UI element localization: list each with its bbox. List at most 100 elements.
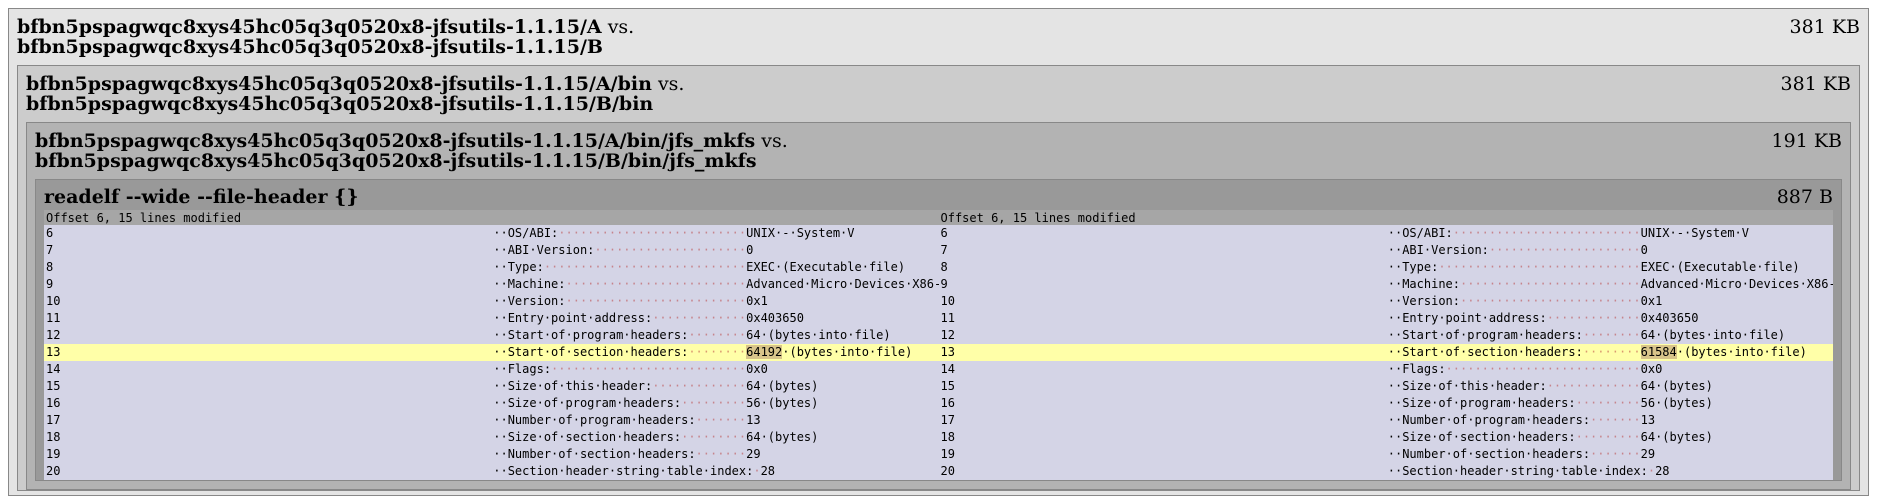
changed-value: 61584 (1640, 345, 1677, 359)
diff-row: 9 ··Machine:·························Adva… (44, 276, 1833, 293)
field-key: ··Start·of·program·headers: (493, 328, 689, 342)
field-key: ··Machine: (1387, 277, 1460, 291)
line-number: 12 (938, 327, 1386, 344)
leader-dots: ········· (1575, 430, 1641, 444)
diff-root: bfbn5pspagwqc8xys45hc05q3q0520x8-jfsutil… (8, 8, 1869, 496)
field-value: 0x1 (746, 294, 768, 308)
leader-dots: ············· (652, 311, 747, 325)
field-value: 0x403650 (1640, 311, 1699, 325)
line-number: 20 (938, 463, 1386, 480)
field-key: ··Type: (1387, 260, 1439, 274)
field-value: EXEC·(Executable·file) (746, 260, 906, 274)
line-text: ··Machine:·························Advan… (491, 276, 939, 293)
field-key: ··Number·of·section·headers: (1387, 447, 1591, 461)
diff-file: bfbn5pspagwqc8xys45hc05q3q0520x8-jfsutil… (26, 122, 1851, 490)
diff-command: readelf --wide --file-header {} 887 B Of… (35, 179, 1842, 481)
field-value: 64·(bytes·into·file) (1640, 328, 1786, 342)
field-key: ··ABI·Version: (1387, 243, 1489, 257)
field-key: ··Size·of·this·header: (493, 379, 653, 393)
file-left-path: bfbn5pspagwqc8xys45hc05q3q0520x8-jfsutil… (35, 130, 756, 152)
diff-row: 6 ··OS/ABI: ··························UNIX… (44, 225, 1833, 242)
field-value: 64·(bytes·into·file) (746, 328, 891, 342)
leader-dots: ·························· (1452, 226, 1641, 240)
vs-label: vs. (601, 16, 635, 38)
diff-row: 14 ··Flags:···························0x0… (44, 361, 1833, 378)
field-key: ··Size·of·section·headers: (493, 430, 682, 444)
field-key: ··Start·of·section·headers: (1387, 345, 1583, 359)
line-number: 9 (938, 276, 1386, 293)
line-number: 7 (938, 242, 1386, 259)
line-text: ··Flags:···························0x0 (1385, 361, 1833, 378)
line-text: ··Start·of·section·headers:········61584… (1385, 344, 1833, 361)
field-value: UNIX·-·System·V (1640, 226, 1749, 240)
leader-dots: ············· (652, 379, 747, 393)
leader-dots: ························· (565, 277, 747, 291)
line-text: ··Size·of·this·header:·············64·(b… (491, 378, 939, 395)
root-header: bfbn5pspagwqc8xys45hc05q3q0520x8-jfsutil… (17, 17, 1860, 57)
field-value: 64·(bytes) (1640, 379, 1713, 393)
leader-dots: ······· (1590, 413, 1641, 427)
leader-dots: ············· (1546, 311, 1641, 325)
changed-value: 64192 (746, 345, 783, 359)
leader-dots: ······· (695, 447, 747, 461)
line-text: ··Number·of·section·headers:·······29 (491, 446, 939, 463)
line-number: 14 (938, 361, 1386, 378)
leader-dots: ········ (688, 328, 747, 342)
field-value: 56·(bytes) (746, 396, 819, 410)
field-key: ··Version: (493, 294, 566, 308)
line-number: 17 (44, 412, 492, 429)
field-key: ··Number·of·program·headers: (1387, 413, 1591, 427)
diff-row: 18 ··Size·of·section·headers: ········· 64·… (44, 429, 1833, 446)
line-text: ··Section·header·string·table·index:·28 (1385, 463, 1833, 480)
field-key: ··Section·header·string·table·index: (493, 464, 754, 478)
leader-dots: ····················· (1488, 243, 1641, 257)
leader-dots: ········· (1575, 396, 1641, 410)
line-text: ··Version:·························0x1 (1385, 293, 1833, 310)
field-value: 64·(bytes) (746, 430, 819, 444)
line-text: ··Entry·point·address:·············0x403… (491, 310, 939, 327)
field-value: 13 (746, 413, 761, 427)
line-text: ··Section·header·string·table·index:·28 (491, 463, 939, 480)
field-value: 13 (1640, 413, 1656, 427)
leader-dots: ····················· (594, 243, 747, 257)
leader-dots: ········ (1582, 328, 1641, 342)
leader-dots: ··························· (551, 362, 747, 376)
line-number: 13 (44, 344, 492, 361)
line-number: 11 (44, 310, 492, 327)
field-key: ··OS/ABI: (493, 226, 559, 240)
line-number: 6 (44, 225, 492, 242)
line-number: 20 (44, 463, 492, 480)
file-right-path: bfbn5pspagwqc8xys45hc05q3q0520x8-jfsutil… (35, 150, 757, 172)
line-text: ··Type:····························EXEC·… (1385, 259, 1833, 276)
diff-row: 17 ··Number·of·program·headers:·······13 1… (44, 412, 1833, 429)
line-text: ··Size·of·program·headers:·········56·(b… (1385, 395, 1833, 412)
field-value: Advanced·Micro·Devices·X86-64 (746, 277, 939, 291)
line-number: 13 (938, 344, 1386, 361)
field-value: 0x0 (746, 362, 768, 376)
line-number: 12 (44, 327, 492, 344)
field-value: 64·(bytes) (746, 379, 819, 393)
leader-dots: ········ (1582, 345, 1641, 359)
field-key: ··Type: (493, 260, 544, 274)
root-right-path: bfbn5pspagwqc8xys45hc05q3q0520x8-jfsutil… (17, 36, 603, 58)
file-header: bfbn5pspagwqc8xys45hc05q3q0520x8-jfsutil… (35, 131, 1842, 171)
file-size: 191 KB (1771, 130, 1842, 152)
field-key: ··Section·header·string·table·index: (1387, 464, 1648, 478)
line-number: 18 (938, 429, 1386, 446)
bin-left-path: bfbn5pspagwqc8xys45hc05q3q0520x8-jfsutil… (26, 73, 652, 95)
line-number: 8 (938, 259, 1386, 276)
field-value: 28 (760, 464, 776, 478)
line-number: 16 (938, 395, 1386, 412)
line-number: 16 (44, 395, 492, 412)
offset-right: Offset 6, 15 lines modified (938, 210, 1833, 225)
leader-dots: ······· (695, 413, 747, 427)
field-value: 56·(bytes) (1640, 396, 1713, 410)
diff-row: 15 ··Size·of·this·header:·············64·… (44, 378, 1833, 395)
field-key: ··Entry·point·address: (493, 311, 653, 325)
field-value: 29 (1640, 447, 1656, 461)
diff-row: 7 ··ABI·Version:·····················0 7 ··… (44, 242, 1833, 259)
leader-dots: ······· (1590, 447, 1641, 461)
bin-size: 381 KB (1780, 73, 1851, 95)
field-value-rest: ·(bytes·into·file) (782, 345, 913, 359)
field-key: ··Start·of·section·headers: (493, 345, 689, 359)
